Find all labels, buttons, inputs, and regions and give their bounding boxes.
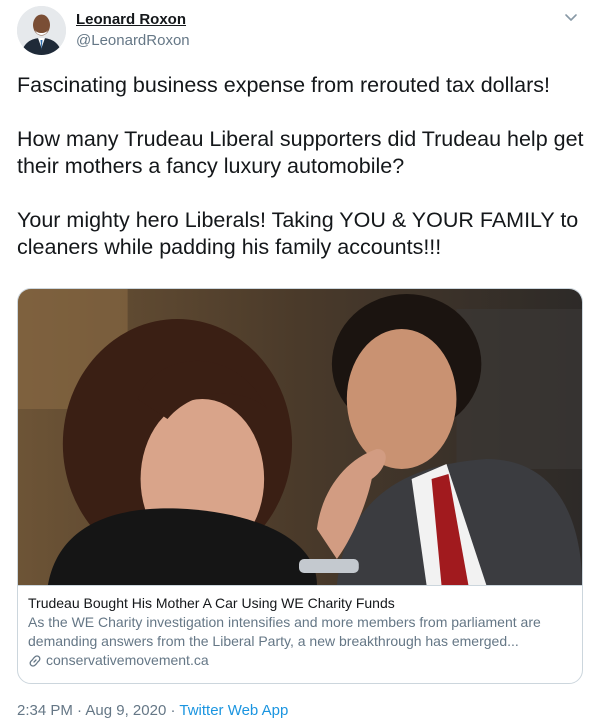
avatar[interactable]: [17, 6, 66, 55]
meta-separator: ·: [72, 702, 86, 719]
source-app-link[interactable]: Twitter Web App: [179, 702, 288, 719]
link-card[interactable]: Trudeau Bought His Mother A Car Using WE…: [17, 288, 583, 684]
meta-separator: ·: [166, 702, 180, 719]
link-icon: [28, 654, 42, 668]
tweet-date[interactable]: Aug 9, 2020: [85, 702, 166, 719]
tweet-header: Leonard Roxon @LeonardRoxon: [17, 6, 584, 56]
author-handle[interactable]: @LeonardRoxon: [76, 32, 190, 49]
author-name[interactable]: Leonard Roxon: [76, 11, 186, 28]
card-title[interactable]: Trudeau Bought His Mother A Car Using WE…: [28, 594, 572, 613]
tweet-time[interactable]: 2:34 PM: [17, 702, 73, 719]
chevron-down-icon[interactable]: [562, 8, 580, 26]
tweet-meta: 2:34 PM · Aug 9, 2020 · Twitter Web App: [17, 702, 288, 719]
tweet-text: Fascinating business expense from rerout…: [17, 73, 584, 259]
card-body: Trudeau Bought His Mother A Car Using WE…: [18, 585, 582, 683]
card-image[interactable]: [18, 289, 582, 585]
card-domain: conservativemovement.ca: [46, 652, 209, 668]
card-url[interactable]: conservativemovement.ca: [28, 651, 572, 670]
card-description: As the WE Charity investigation intensif…: [28, 614, 541, 649]
